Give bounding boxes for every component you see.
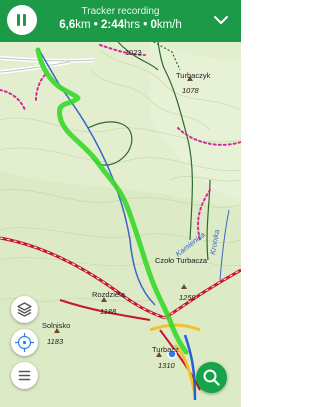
layers-button[interactable] xyxy=(11,296,38,323)
menu-button[interactable] xyxy=(11,362,38,389)
compass-icon xyxy=(15,333,34,352)
speed-unit: km/h xyxy=(156,19,182,31)
distance-value: 6,6 xyxy=(59,19,76,31)
search-button[interactable] xyxy=(196,362,227,393)
map-screen: 1023 Turbaczyk 1078 Czoło Turbacza 1259 … xyxy=(0,0,241,407)
label-turbaczyk-elevation: 1078 xyxy=(182,86,200,95)
label-turbacz-elevation: 1310 xyxy=(158,361,176,370)
chevron-down-icon[interactable] xyxy=(212,11,230,29)
duration-value: 2:44 xyxy=(101,19,125,31)
duration-unit: hrs xyxy=(124,19,141,31)
tracker-bar: Tracker recording 6,6km • 2:44hrs • 0km/… xyxy=(0,0,241,42)
label-1023: 1023 xyxy=(125,48,142,57)
label-solnisko-elevation: 1183 xyxy=(47,337,64,346)
label-rozdziele-elevation: 1188 xyxy=(100,307,117,316)
layers-icon xyxy=(17,302,32,317)
menu-icon xyxy=(18,370,31,381)
label-rozdziele: Rozdziele xyxy=(92,290,125,299)
search-icon xyxy=(203,369,220,386)
label-turbacz: Turbacz xyxy=(152,345,179,354)
label-czolo-turbacza: Czoło Turbacza xyxy=(155,256,208,265)
tracker-stats: 6,6km • 2:44hrs • 0km/h xyxy=(0,19,241,31)
separator: • xyxy=(140,19,151,31)
distance-unit: km xyxy=(75,19,91,31)
label-czolo-elevation: 1259 xyxy=(179,293,197,302)
separator: • xyxy=(90,19,101,31)
label-turbaczyk: Turbaczyk xyxy=(176,71,211,80)
tracker-title: Tracker recording xyxy=(81,6,160,17)
compass-button[interactable] xyxy=(11,329,38,356)
label-solnisko: Solnisko xyxy=(42,321,70,330)
